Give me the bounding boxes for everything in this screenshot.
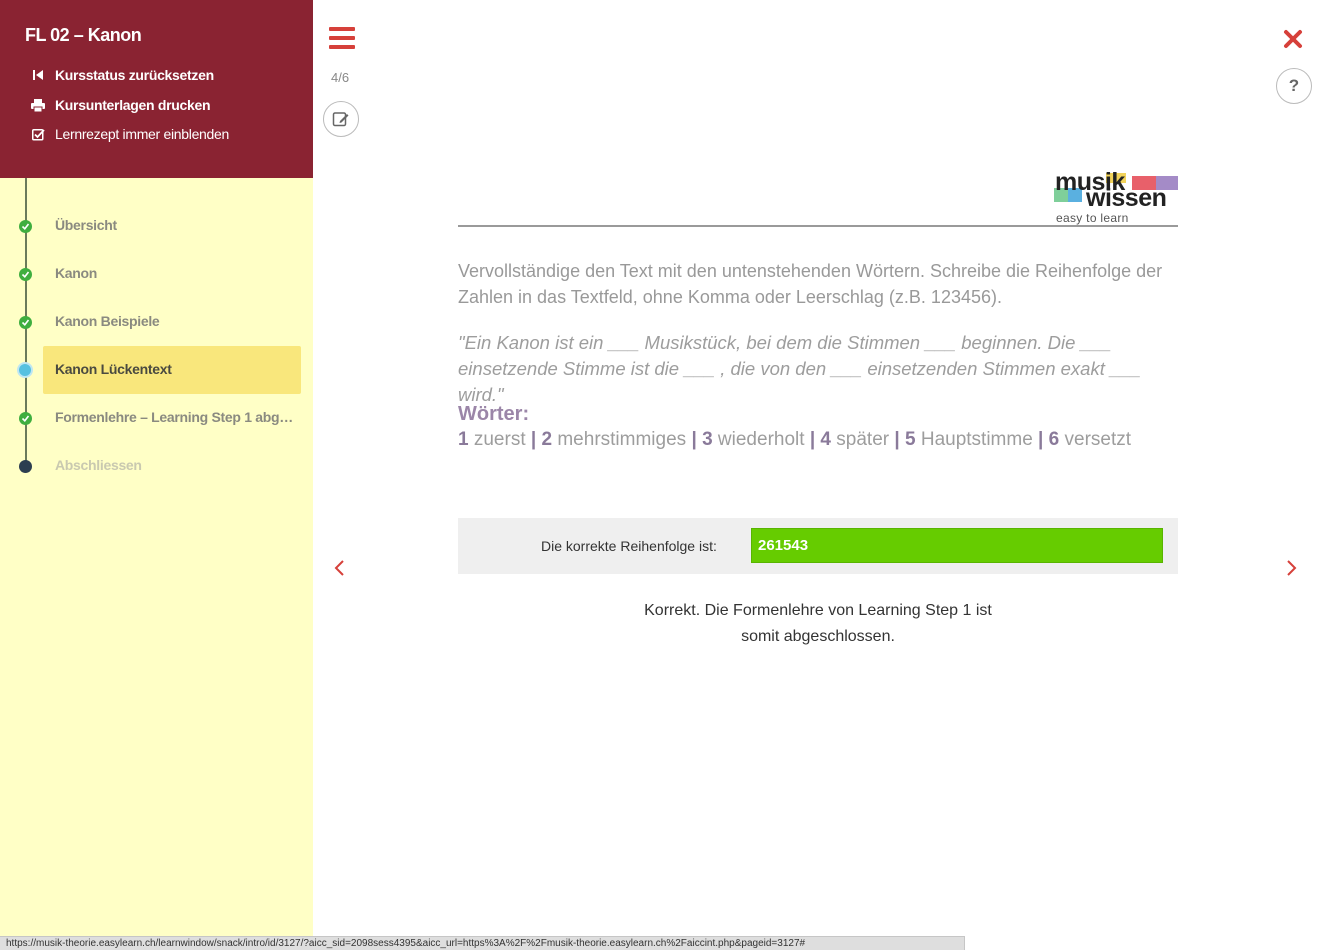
- check-icon: [19, 220, 32, 233]
- check-icon: [19, 316, 32, 329]
- sidebar-item-label: Kanon Lückentext: [55, 361, 172, 377]
- word-text: später: [836, 429, 890, 450]
- previous-page-button[interactable]: [333, 558, 349, 580]
- word-number: 1: [458, 429, 469, 450]
- word-text: zuerst: [473, 429, 526, 450]
- word-text: wiederholt: [717, 429, 805, 450]
- logo-tagline: easy to learn: [1056, 211, 1129, 225]
- word-number: 5: [904, 429, 916, 450]
- word-list: 1 zuerst | 2 mehrstimmiges | 3 wiederhol…: [458, 429, 1132, 450]
- sidebar-item-uebersicht[interactable]: Übersicht: [0, 206, 313, 246]
- sidebar-item-label: Abschliessen: [55, 457, 142, 473]
- page-counter: 4/6: [331, 70, 350, 85]
- check-icon: [19, 412, 32, 425]
- reset-course-status-button[interactable]: Kursstatus zurücksetzen: [31, 67, 214, 83]
- locked-step-icon: [19, 460, 32, 473]
- word-text: versetzt: [1064, 429, 1132, 450]
- next-page-button[interactable]: [1284, 558, 1300, 580]
- checkbox-icon: [31, 127, 45, 141]
- sidebar-item-label: Übersicht: [55, 217, 117, 233]
- check-icon: [19, 268, 32, 281]
- word-number: 3: [702, 429, 713, 450]
- browser-status-url: https://musik-theorie.easylearn.ch/learn…: [0, 936, 965, 950]
- exercise-instruction: Vervollständige den Text mit den untenst…: [458, 261, 1163, 307]
- help-button[interactable]: ?: [1276, 68, 1312, 104]
- musikwissen-logo: musik wissen easy to learn: [1054, 168, 1178, 225]
- sidebar-header: FL 02 – Kanon Kursstatus zurücksetzen Ku…: [0, 0, 313, 178]
- word-number: 2: [541, 429, 553, 450]
- app-window: FL 02 – Kanon Kursstatus zurücksetzen Ku…: [0, 0, 1320, 950]
- logo-word-wissen: wissen: [1086, 184, 1167, 212]
- word-text: Hauptstimme: [920, 429, 1033, 450]
- always-show-recipe-toggle[interactable]: Lernrezept immer einblenden: [31, 126, 229, 142]
- sidebar-item-label: Kanon Beispiele: [55, 313, 160, 329]
- cloze-text: "Ein Kanon ist ein ___ Musikstück, bei d…: [458, 332, 1141, 405]
- close-icon: [1284, 30, 1302, 48]
- chevron-left-icon: [334, 560, 344, 576]
- sidebar-item-kanon[interactable]: Kanon: [0, 254, 313, 294]
- print-course-materials-label: Kursunterlagen drucken: [55, 97, 211, 113]
- print-course-materials-button[interactable]: Kursunterlagen drucken: [31, 97, 211, 113]
- reset-course-status-label: Kursstatus zurücksetzen: [55, 67, 214, 83]
- sidebar-item-kanon-beispiele[interactable]: Kanon Beispiele: [0, 302, 313, 342]
- sidebar-item-formenlehre[interactable]: Formenlehre – Learning Step 1 abgeschlos…: [0, 398, 313, 438]
- sidebar-item-kanon-lueckentext[interactable]: Kanon Lückentext: [0, 346, 313, 394]
- chevron-right-icon: [1287, 560, 1297, 576]
- notes-button[interactable]: [323, 101, 359, 137]
- current-step-icon: [17, 362, 33, 378]
- edit-icon: [332, 112, 349, 127]
- word-text: mehrstimmiges: [557, 429, 687, 450]
- feedback-message: Korrekt. Die Formenlehre von Learning St…: [458, 598, 1178, 650]
- words-heading: Wörter:: [458, 403, 530, 425]
- answer-input[interactable]: [751, 528, 1163, 563]
- feedback-line: Korrekt. Die Formenlehre von Learning St…: [644, 602, 992, 619]
- header-divider: [458, 225, 1178, 227]
- sidebar-item-label: Formenlehre – Learning Step 1 abgeschlos…: [55, 409, 300, 425]
- skip-back-icon: [31, 68, 45, 82]
- print-icon: [31, 98, 45, 112]
- word-number: 6: [1048, 429, 1060, 450]
- sidebar-item-abschliessen: Abschliessen: [0, 446, 313, 486]
- sidebar: FL 02 – Kanon Kursstatus zurücksetzen Ku…: [0, 0, 313, 950]
- feedback-line: somit abgeschlossen.: [741, 628, 895, 645]
- answer-label: Die korrekte Reihenfolge ist:: [541, 538, 717, 554]
- hamburger-menu-icon[interactable]: [329, 27, 355, 51]
- close-button[interactable]: [1282, 28, 1306, 52]
- sidebar-item-label: Kanon: [55, 265, 98, 281]
- answer-panel: Die korrekte Reihenfolge ist:: [458, 518, 1178, 574]
- word-number: 4: [820, 429, 831, 450]
- course-title: FL 02 – Kanon: [25, 25, 142, 45]
- always-show-recipe-label: Lernrezept immer einblenden: [55, 126, 230, 142]
